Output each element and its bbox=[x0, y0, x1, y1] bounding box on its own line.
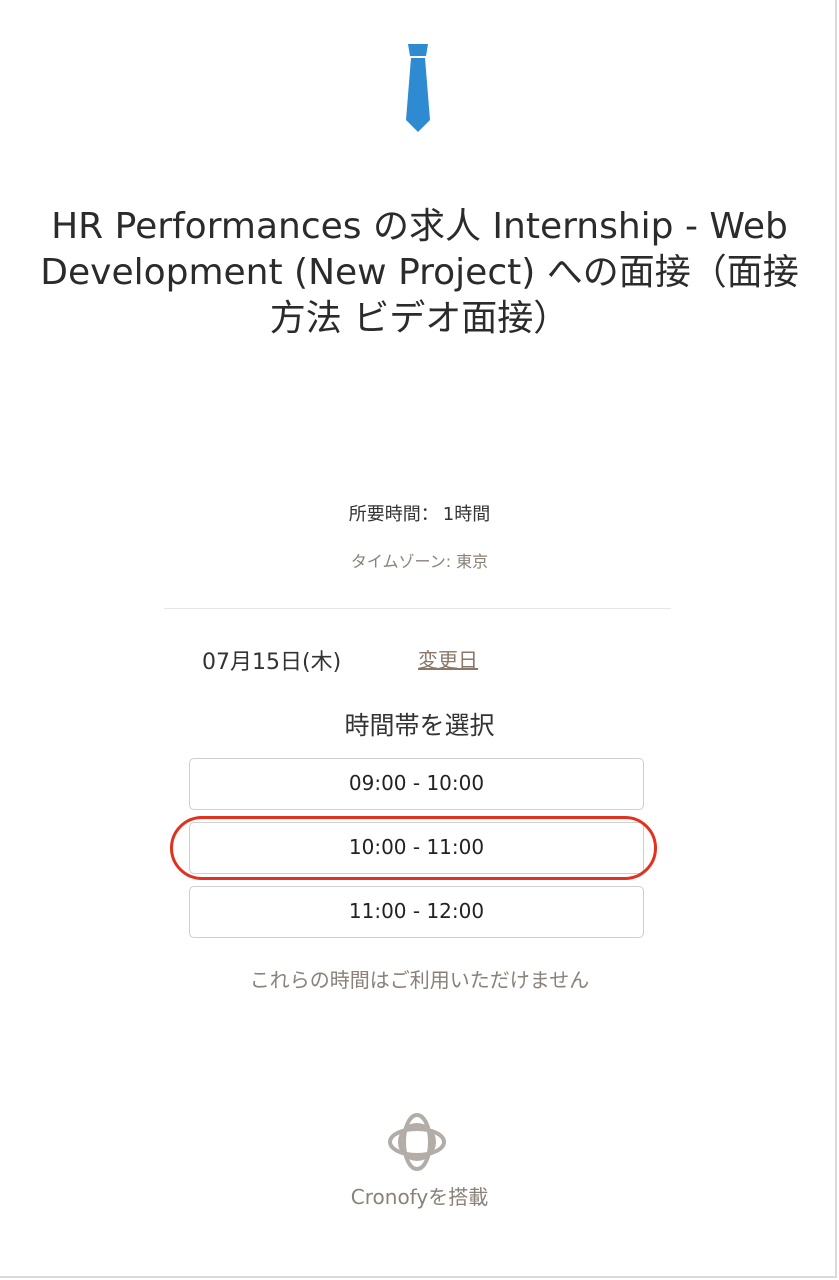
duration-value: 1時間 bbox=[442, 504, 491, 525]
duration-label: 所要時間： bbox=[348, 504, 439, 525]
timezone-info: タイムゾーン: 東京 bbox=[350, 552, 489, 571]
tie-icon bbox=[406, 44, 430, 132]
time-slot-button[interactable]: 11:00 - 12:00 bbox=[189, 886, 644, 938]
cronofy-logo-icon bbox=[388, 1113, 446, 1171]
selected-date: 07月15日(木) bbox=[202, 650, 342, 675]
unavailable-note: これらの時間はご利用いただけません bbox=[249, 968, 590, 992]
time-slot-button[interactable]: 09:00 - 10:00 bbox=[189, 758, 644, 810]
duration-info: 所要時間： 1時間 bbox=[0, 500, 839, 526]
divider bbox=[164, 608, 671, 609]
select-time-heading: 時間帯を選択 bbox=[344, 711, 495, 740]
powered-by-text: Cronofyを搭載 bbox=[350, 1185, 489, 1209]
change-date-link[interactable]: 変更日 bbox=[418, 644, 478, 673]
page-frame bbox=[0, 0, 837, 1278]
time-slot-button[interactable]: 10:00 - 11:00 bbox=[189, 822, 644, 874]
page-title: HR Performances の求人 Internship - Web Dev… bbox=[40, 206, 799, 339]
